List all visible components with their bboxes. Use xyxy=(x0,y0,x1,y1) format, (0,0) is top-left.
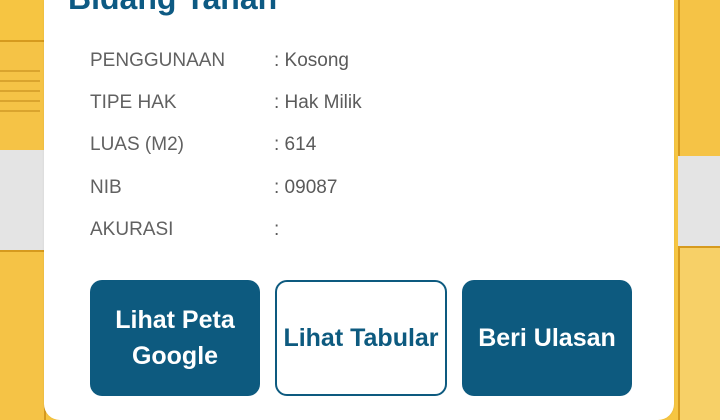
map-road xyxy=(0,150,46,250)
detail-label: NIB xyxy=(90,176,122,198)
give-review-label: Beri Ulasan xyxy=(478,323,616,352)
detail-label: TIPE HAK xyxy=(90,92,177,114)
map-parcel xyxy=(0,250,46,420)
detail-label: LUAS (M2) xyxy=(90,134,184,156)
view-google-map-label-line2: Google xyxy=(131,342,219,370)
view-tabular-label: Lihat Tabular xyxy=(283,323,439,352)
view-google-map-label: Lihat Peta Google xyxy=(115,302,234,375)
detail-value: : Hak Milik xyxy=(274,92,362,114)
detail-label: AKURASI xyxy=(90,218,174,240)
detail-label: PENGGUNAAN xyxy=(90,50,226,72)
detail-row-luas: LUAS (M2) : 614 xyxy=(90,124,650,166)
detail-row-tipe-hak: TIPE HAK : Hak Milik xyxy=(90,82,650,124)
parcel-info-panel: Bidang Tanah PENGGUNAAN : Kosong TIPE HA… xyxy=(44,0,674,420)
view-google-map-button[interactable]: Lihat Peta Google xyxy=(90,280,260,396)
detail-value: : 614 xyxy=(274,134,317,156)
view-tabular-button[interactable]: Lihat Tabular xyxy=(275,280,447,396)
give-review-button[interactable]: Beri Ulasan xyxy=(462,280,632,396)
detail-row-akurasi: AKURASI : xyxy=(90,209,650,251)
map-parcel xyxy=(678,0,720,160)
view-google-map-label-line1: Lihat Peta xyxy=(115,305,235,334)
detail-value: : 09087 xyxy=(274,176,338,198)
map-parcel-hatch xyxy=(0,70,40,120)
parcel-details: PENGGUNAAN : Kosong TIPE HAK : Hak Milik… xyxy=(90,40,650,251)
detail-value: : xyxy=(274,218,280,240)
detail-row-penggunaan: PENGGUNAAN : Kosong xyxy=(90,40,650,82)
map-parcel xyxy=(678,246,720,420)
map-road xyxy=(678,156,720,246)
detail-row-nib: NIB : 09087 xyxy=(90,167,650,209)
panel-title: Bidang Tanah xyxy=(68,0,277,17)
detail-value: : Kosong xyxy=(274,50,349,72)
